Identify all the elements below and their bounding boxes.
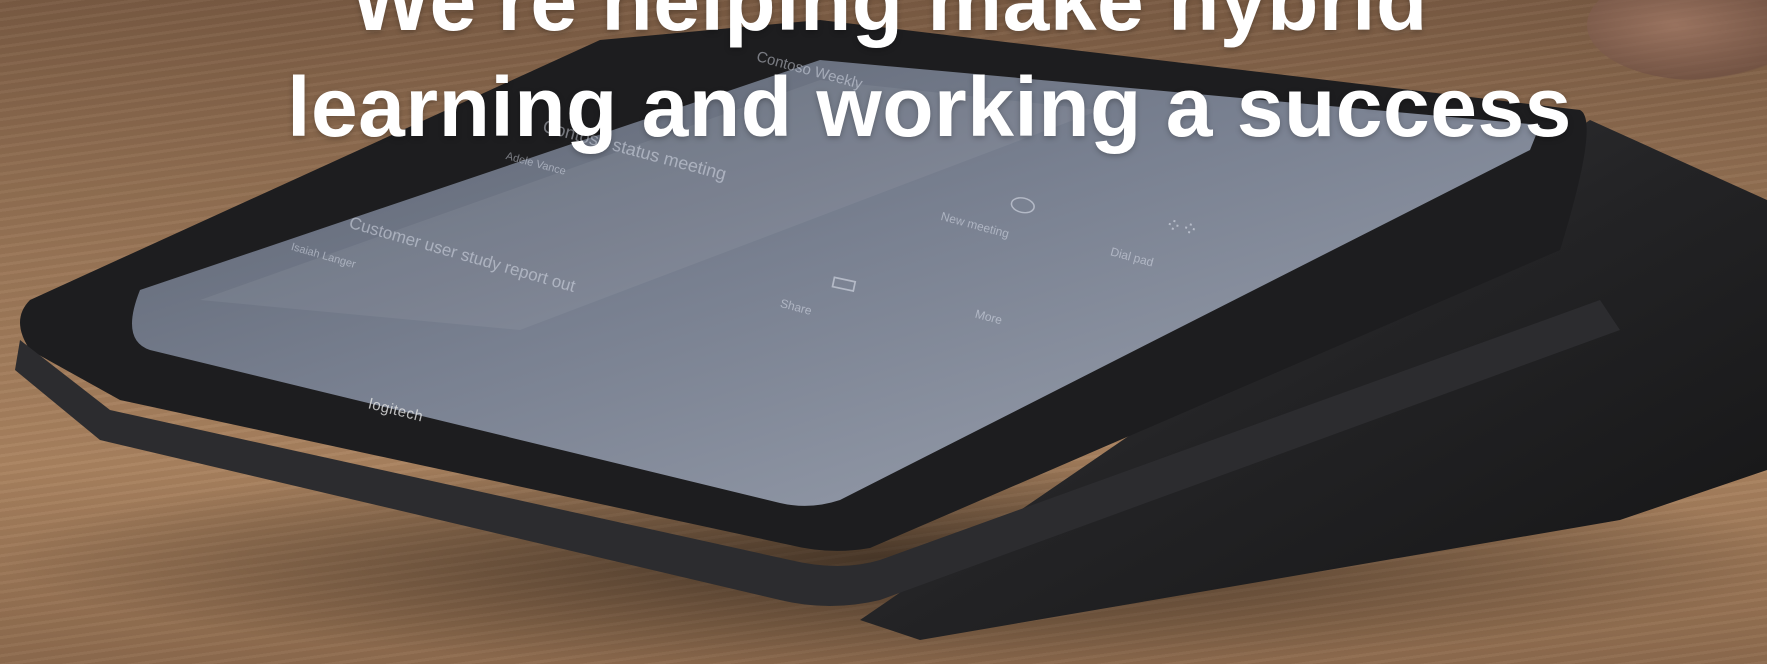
- hero-banner: logitech Contoso Weekly Contoso status m…: [0, 0, 1767, 664]
- headline-line-2: learning and working a success: [287, 60, 1572, 154]
- hero-headline: We're helping make hybrid learning and w…: [0, 0, 1767, 160]
- headline-line-1: We're helping make hybrid: [351, 0, 1428, 48]
